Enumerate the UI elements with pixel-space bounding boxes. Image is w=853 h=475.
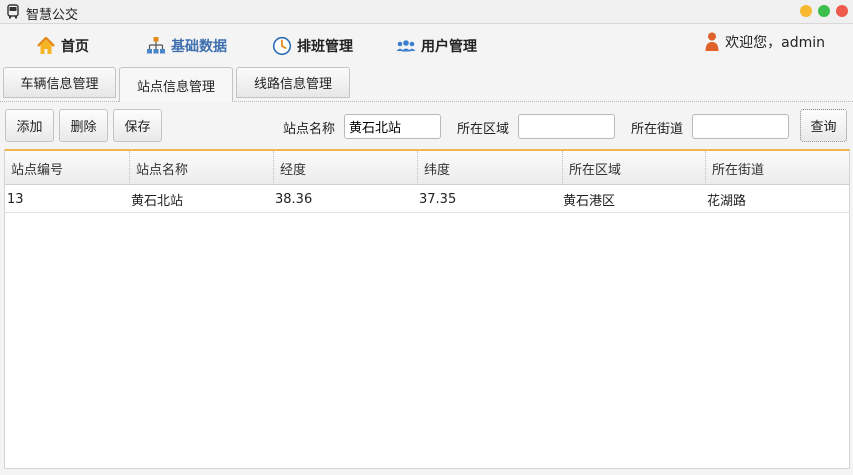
station-table: 站点编号 站点名称 经度 纬度 所在区域 所在街道 13 黄石北站 38.36 … xyxy=(4,149,850,469)
tab-route-info[interactable]: 线路信息管理 xyxy=(236,67,350,98)
station-name-input[interactable] xyxy=(344,114,441,139)
cell-station-id: 13 xyxy=(7,192,24,207)
minimize-button[interactable] xyxy=(800,5,812,17)
table-row[interactable]: 13 黄石北站 38.36 37.35 黄石港区 花湖路 xyxy=(5,186,849,213)
tab-label: 站点信息管理 xyxy=(136,79,215,95)
sitemap-icon xyxy=(147,37,165,54)
user-greeting: 欢迎您，admin xyxy=(705,32,825,52)
window-title: 智慧公交 xyxy=(26,8,79,23)
menu-item-label: 首页 xyxy=(61,39,89,55)
tab-station-info[interactable]: 站点信息管理 xyxy=(119,67,233,102)
users-icon xyxy=(396,40,416,52)
district-label: 所在区域 xyxy=(457,122,510,137)
tab-label: 线路信息管理 xyxy=(253,77,332,92)
delete-button[interactable]: 删除 xyxy=(59,109,108,142)
column-header-street[interactable]: 所在街道 xyxy=(705,151,849,185)
table-header: 站点编号 站点名称 经度 纬度 所在区域 所在街道 xyxy=(5,151,849,185)
menu-item-label: 用户管理 xyxy=(421,39,477,55)
menu-item-label: 基础数据 xyxy=(171,39,227,55)
menu-item-label: 排班管理 xyxy=(297,39,353,55)
column-header-district[interactable]: 所在区域 xyxy=(562,151,705,185)
search-toolbar: 添加 删除 保存 站点名称 所在区域 所在街道 查询 xyxy=(0,103,853,149)
main-menu: 首页 基础数据 排班管理 用户管理 欢迎您，admin xyxy=(0,24,853,66)
cell-station-name: 黄石北站 xyxy=(131,194,184,209)
station-name-label: 站点名称 xyxy=(283,122,336,137)
column-header-longitude[interactable]: 经度 xyxy=(273,151,417,185)
district-input[interactable] xyxy=(518,114,615,139)
tab-vehicle-info[interactable]: 车辆信息管理 xyxy=(3,67,116,98)
tab-label: 车辆信息管理 xyxy=(20,77,99,92)
bus-icon xyxy=(7,4,19,19)
user-icon xyxy=(705,32,719,51)
column-header-station-id[interactable]: 站点编号 xyxy=(5,151,129,185)
street-input[interactable] xyxy=(692,114,789,139)
menu-item-home[interactable]: 首页 xyxy=(36,34,89,58)
tab-bar: 车辆信息管理 站点信息管理 线路信息管理 xyxy=(0,66,853,102)
menu-item-users[interactable]: 用户管理 xyxy=(396,34,477,58)
add-button[interactable]: 添加 xyxy=(5,109,54,142)
street-label: 所在街道 xyxy=(631,122,684,137)
query-button[interactable]: 查询 xyxy=(800,109,847,142)
maximize-button[interactable] xyxy=(818,5,830,17)
menu-item-basic-data[interactable]: 基础数据 xyxy=(146,34,227,58)
close-button[interactable] xyxy=(836,5,848,17)
cell-longitude: 38.36 xyxy=(275,192,313,207)
cell-street: 花湖路 xyxy=(707,194,747,209)
title-bar: 智慧公交 xyxy=(0,0,853,24)
welcome-text: 欢迎您，admin xyxy=(725,35,825,51)
home-icon xyxy=(37,36,55,54)
column-header-station-name[interactable]: 站点名称 xyxy=(129,151,273,185)
cell-district: 黄石港区 xyxy=(563,194,616,209)
menu-item-schedule[interactable]: 排班管理 xyxy=(272,34,353,58)
cell-latitude: 37.35 xyxy=(419,192,457,207)
save-button[interactable]: 保存 xyxy=(113,109,162,142)
column-header-latitude[interactable]: 纬度 xyxy=(417,151,562,185)
clock-icon xyxy=(272,36,292,56)
